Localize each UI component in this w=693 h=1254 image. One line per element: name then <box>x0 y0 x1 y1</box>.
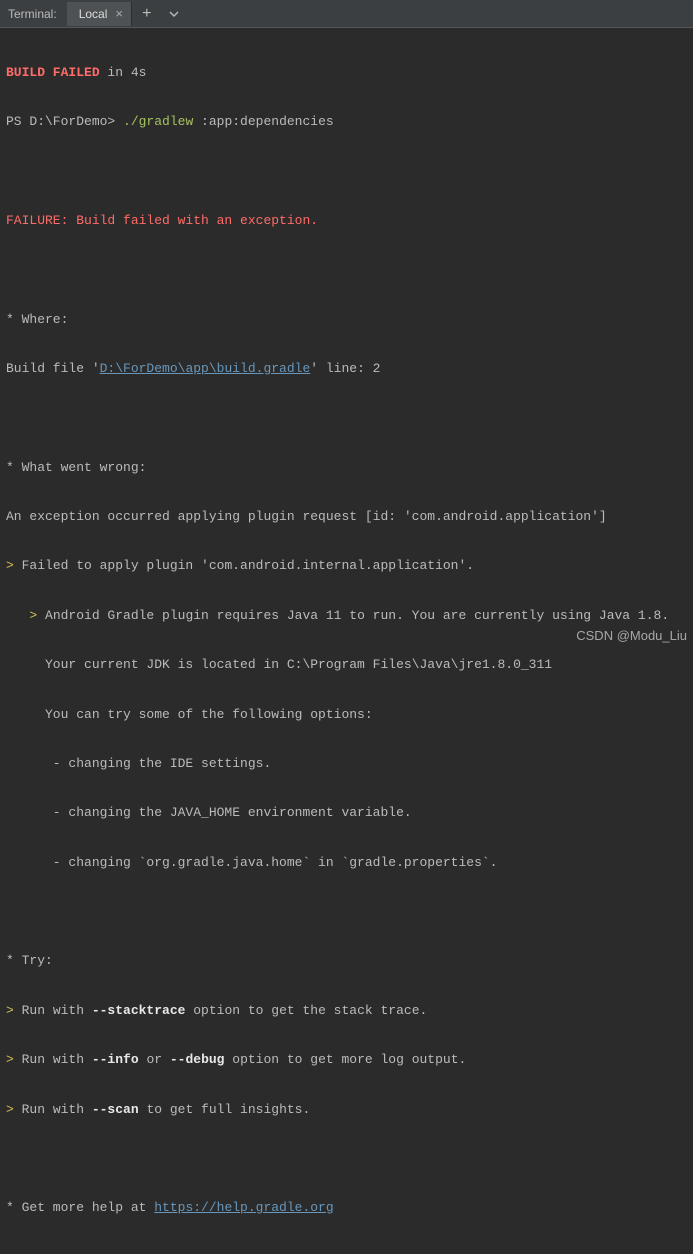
gt-marker: > <box>6 1003 22 1018</box>
terminal-tab-bar: Terminal: Local × + <box>0 0 693 28</box>
help-url-link[interactable]: https://help.gradle.org <box>154 1200 333 1215</box>
terminal-panel-label: Terminal: <box>0 1 67 27</box>
terminal-tab-label: Local <box>79 7 108 21</box>
blank-line <box>6 159 687 184</box>
failed-plugin-text: Failed to apply plugin 'com.android.inte… <box>22 558 474 573</box>
blank-line <box>6 406 687 431</box>
build-failed-text: BUILD FAILED <box>6 65 100 80</box>
scan-line: > Run with --scan to get full insights. <box>6 1098 687 1123</box>
close-icon[interactable]: × <box>115 7 123 20</box>
build-file-suffix: ' line: 2 <box>310 361 380 376</box>
scan-flag: --scan <box>92 1102 139 1117</box>
build-file-line: Build file 'D:\ForDemo\app\build.gradle'… <box>6 357 687 382</box>
build-file-prefix: Build file ' <box>6 361 100 376</box>
wrong-header: * What went wrong: <box>6 456 687 481</box>
chevron-down-icon <box>168 8 180 20</box>
debug-suffix: option to get more log output. <box>224 1052 466 1067</box>
build-file-link[interactable]: D:\ForDemo\app\build.gradle <box>100 361 311 376</box>
gt-marker: > <box>6 608 45 623</box>
gt-marker: > <box>6 558 22 573</box>
failed-plugin-line: > Failed to apply plugin 'com.android.in… <box>6 554 687 579</box>
watermark-text: CSDN @Modu_Liu <box>576 628 687 643</box>
tab-dropdown-button[interactable] <box>162 8 186 20</box>
terminal-tab-local[interactable]: Local × <box>67 2 132 26</box>
blank-line <box>6 258 687 283</box>
info-debug-line: > Run with --info or --debug option to g… <box>6 1048 687 1073</box>
build-failed-line: BUILD FAILED in 4s <box>6 61 687 86</box>
or-text: or <box>139 1052 170 1067</box>
stacktrace-line: > Run with --stacktrace option to get th… <box>6 999 687 1024</box>
blank-line <box>6 900 687 925</box>
gt-marker: > <box>6 1102 22 1117</box>
command-args: :app:dependencies <box>193 114 333 129</box>
jdk-loc-line: Your current JDK is located in C:\Progra… <box>6 653 687 678</box>
scan-suffix: to get full insights. <box>139 1102 311 1117</box>
java-req-text: Android Gradle plugin requires Java 11 t… <box>45 608 669 623</box>
failure-header: FAILURE: Build failed with an exception. <box>6 209 687 234</box>
try-header: * Try: <box>6 949 687 974</box>
stacktrace-suffix: option to get the stack trace. <box>185 1003 427 1018</box>
run-with-text: Run with <box>22 1003 92 1018</box>
stacktrace-flag: --stacktrace <box>92 1003 186 1018</box>
build-time-text: in 4s <box>100 65 147 80</box>
exception-line: An exception occurred applying plugin re… <box>6 505 687 530</box>
debug-flag: --debug <box>170 1052 225 1067</box>
try-options-line: You can try some of the following option… <box>6 703 687 728</box>
java-req-line: > Android Gradle plugin requires Java 11… <box>6 604 687 629</box>
prompt-line: PS D:\ForDemo> ./gradlew :app:dependenci… <box>6 110 687 135</box>
shell-prompt: PS D:\ForDemo> <box>6 114 123 129</box>
gt-marker: > <box>6 1052 22 1067</box>
command-text: ./gradlew <box>123 114 193 129</box>
run-with-text: Run with <box>22 1052 92 1067</box>
run-with-text: Run with <box>22 1102 92 1117</box>
where-header: * Where: <box>6 308 687 333</box>
option-3: - changing `org.gradle.java.home` in `gr… <box>6 851 687 876</box>
blank-line <box>6 1147 687 1172</box>
add-tab-button[interactable]: + <box>132 6 162 22</box>
help-prefix: * Get more help at <box>6 1200 154 1215</box>
info-flag: --info <box>92 1052 139 1067</box>
help-line: * Get more help at https://help.gradle.o… <box>6 1196 687 1221</box>
option-2: - changing the JAVA_HOME environment var… <box>6 801 687 826</box>
option-1: - changing the IDE settings. <box>6 752 687 777</box>
